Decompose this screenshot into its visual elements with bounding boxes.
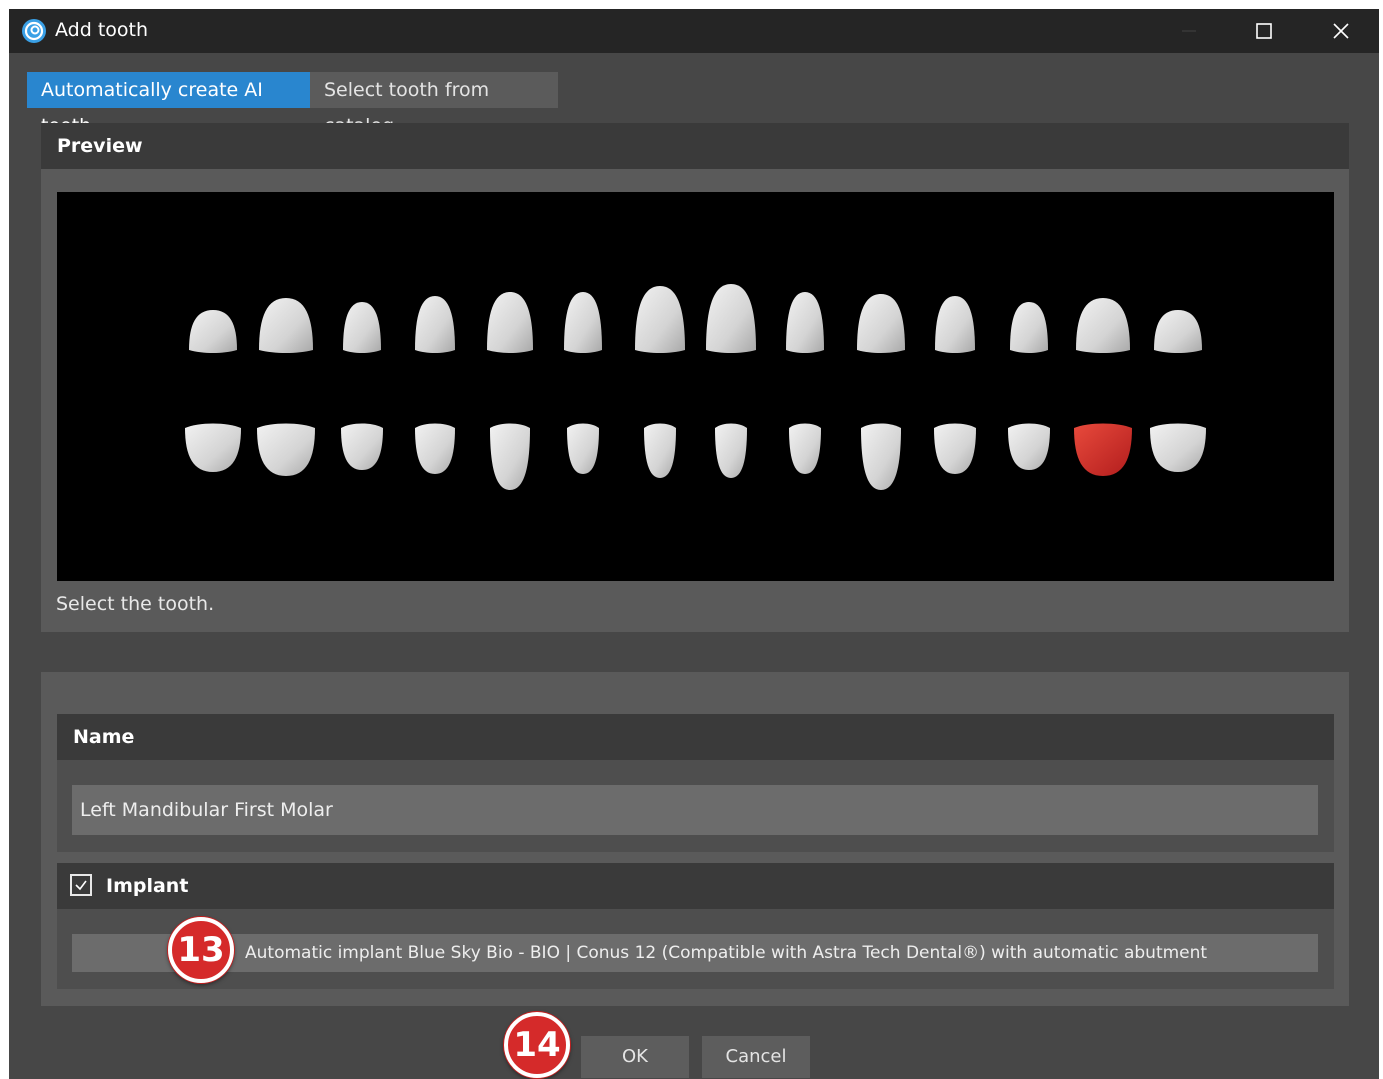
maximize-icon <box>1256 23 1272 39</box>
tooth-preview-canvas[interactable] <box>57 192 1334 581</box>
upper-tooth-3[interactable] <box>343 302 381 353</box>
name-header: Name <box>57 714 1334 760</box>
lower-tooth-8[interactable] <box>715 423 747 479</box>
upper-tooth-10[interactable] <box>857 294 905 353</box>
step-13-badge: 13 <box>168 917 234 983</box>
app-swirl-icon <box>22 19 46 43</box>
lower-tooth-14[interactable] <box>1150 423 1206 473</box>
lower-tooth-5[interactable] <box>490 423 530 491</box>
upper-tooth-11[interactable] <box>935 296 975 353</box>
upper-tooth-1[interactable] <box>189 310 237 353</box>
tooth-chart <box>185 284 1206 491</box>
lower-tooth-11[interactable] <box>934 423 976 475</box>
lower-tooth-2[interactable] <box>257 423 315 477</box>
upper-tooth-5[interactable] <box>487 292 533 353</box>
lower-tooth-4[interactable] <box>415 423 455 475</box>
selected-tooth[interactable] <box>1074 423 1132 477</box>
preview-hint: Select the tooth. <box>56 593 215 615</box>
preview-header: Preview <box>41 123 1349 169</box>
upper-tooth-4[interactable] <box>415 296 455 353</box>
upper-tooth-row <box>189 284 1202 353</box>
upper-tooth-2[interactable] <box>259 298 313 353</box>
upper-tooth-6[interactable] <box>564 292 602 353</box>
window-title: Add tooth <box>55 19 149 41</box>
upper-tooth-12[interactable] <box>1010 302 1048 353</box>
implant-header <box>57 863 1334 909</box>
lower-tooth-6[interactable] <box>567 423 599 475</box>
lower-tooth-7[interactable] <box>644 423 676 479</box>
upper-tooth-8[interactable] <box>706 284 756 353</box>
checkmark-icon <box>75 880 87 891</box>
implant-checkbox[interactable] <box>70 874 92 896</box>
cancel-button[interactable]: Cancel <box>702 1036 810 1078</box>
step-14-badge: 14 <box>504 1012 570 1078</box>
lower-tooth-9[interactable] <box>789 423 821 475</box>
implant-selection-field[interactable]: Automatic implant Blue Sky Bio - BIO | C… <box>72 934 1318 972</box>
lower-tooth-12[interactable] <box>1008 423 1050 471</box>
tab-automatically-create-ai-tooth[interactable]: Automatically create AI tooth <box>27 72 310 137</box>
close-button[interactable] <box>1311 9 1371 53</box>
ok-button[interactable]: OK <box>581 1036 689 1078</box>
maximize-button[interactable] <box>1234 9 1294 53</box>
upper-tooth-9[interactable] <box>786 292 824 353</box>
lower-tooth-row <box>185 423 1206 491</box>
tooth-name-field[interactable]: Left Mandibular First Molar <box>72 785 1318 835</box>
minimize-icon <box>1182 30 1196 32</box>
upper-tooth-7[interactable] <box>635 286 685 353</box>
lower-tooth-1[interactable] <box>185 423 241 473</box>
add-tooth-dialog: Add tooth Automatically create AI tooth … <box>9 9 1379 1079</box>
tab-select-tooth-from-catalog[interactable]: Select tooth from catalog <box>310 72 558 137</box>
title-bar[interactable]: Add tooth <box>9 9 1379 53</box>
upper-tooth-14[interactable] <box>1154 310 1202 353</box>
implant-label: Implant <box>106 875 189 897</box>
minimize-button[interactable] <box>1159 9 1219 53</box>
upper-tooth-13[interactable] <box>1076 298 1130 353</box>
close-icon <box>1333 23 1349 39</box>
lower-tooth-3[interactable] <box>341 423 383 471</box>
lower-tooth-10[interactable] <box>861 423 901 491</box>
